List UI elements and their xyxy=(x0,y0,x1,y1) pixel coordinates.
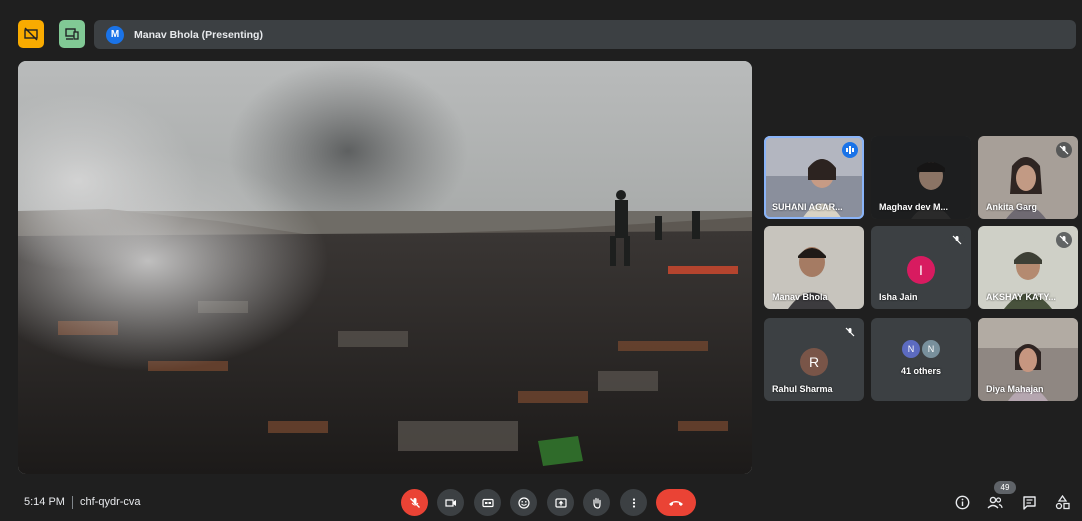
reactions-button[interactable] xyxy=(510,489,537,516)
participant-tile[interactable]: Diya Mahajan xyxy=(978,318,1078,401)
participant-tile[interactable]: Maghav dev M... xyxy=(871,136,971,219)
participant-tile[interactable]: SUHANI AGAR... xyxy=(764,136,864,219)
info-icon xyxy=(955,495,969,509)
present-now-button[interactable] xyxy=(547,489,574,516)
chat-icon xyxy=(1022,495,1036,510)
mic-off-icon xyxy=(1059,235,1069,245)
top-bar: M Manav Bhola (Presenting) xyxy=(18,20,1076,49)
presentation-stage[interactable] xyxy=(18,61,752,474)
others-count: 41 others xyxy=(900,366,942,376)
muted-indicator xyxy=(1056,142,1072,158)
screen-share-off-icon xyxy=(24,27,38,41)
participant-name: SUHANI AGAR... xyxy=(772,202,843,212)
shapes-icon xyxy=(1055,494,1070,509)
emoji-icon xyxy=(517,496,530,509)
participant-tile[interactable]: AKSHAY KATY... xyxy=(978,226,1078,309)
camera-icon xyxy=(444,498,456,507)
others-tile[interactable]: N N 41 others xyxy=(871,318,971,401)
presenter-banner: M Manav Bhola (Presenting) xyxy=(94,20,1076,49)
more-options-button[interactable] xyxy=(620,489,647,516)
mic-off-icon xyxy=(409,497,420,508)
participant-name: Maghav dev M... xyxy=(879,202,949,212)
others-avatars: N N xyxy=(871,340,971,358)
mic-off-icon xyxy=(1059,145,1069,155)
clock: 5:14 PM xyxy=(24,496,65,508)
participant-name: Isha Jain xyxy=(879,292,918,302)
captions-button[interactable] xyxy=(474,489,501,516)
participant-name: Rahul Sharma xyxy=(772,384,833,394)
more-vertical-icon xyxy=(632,497,635,508)
bottom-bar: 5:14 PM chf-qydr-cva xyxy=(0,484,1082,521)
participant-avatar: R xyxy=(800,348,828,376)
mini-avatar: N xyxy=(902,340,920,358)
hand-icon xyxy=(592,497,601,509)
meeting-details-button[interactable] xyxy=(951,491,973,513)
hang-up-icon xyxy=(669,500,683,506)
mic-off-icon xyxy=(952,235,962,245)
participant-name: AKSHAY KATY... xyxy=(986,292,1056,302)
participant-tile[interactable]: Ankita Garg xyxy=(978,136,1078,219)
people-icon xyxy=(987,496,1003,509)
participants-button[interactable] xyxy=(984,491,1006,513)
device-button[interactable] xyxy=(59,20,85,48)
participant-name: Diya Mahajan xyxy=(986,384,1044,394)
present-off-button[interactable] xyxy=(18,20,44,48)
present-screen-icon xyxy=(554,497,567,508)
presenter-avatar: M xyxy=(106,25,124,44)
muted-indicator xyxy=(1056,232,1072,248)
meeting-code: chf-qydr-cva xyxy=(80,496,141,508)
presenter-label: Manav Bhola (Presenting) xyxy=(134,28,263,41)
mic-toggle-button[interactable] xyxy=(401,489,428,516)
participant-tile[interactable]: Manav Bhola xyxy=(764,226,864,309)
presented-video-frame xyxy=(18,61,752,474)
speaking-indicator xyxy=(842,142,858,158)
participants-count-badge: 49 xyxy=(994,481,1016,494)
participant-tile[interactable]: I Isha Jain xyxy=(871,226,971,309)
participant-name: Ankita Garg xyxy=(986,202,1038,212)
participant-avatar: I xyxy=(907,256,935,284)
muted-indicator xyxy=(842,324,858,340)
divider xyxy=(72,496,73,509)
devices-icon xyxy=(65,28,79,40)
participant-tile[interactable]: R Rahul Sharma xyxy=(764,318,864,401)
muted-indicator xyxy=(949,232,965,248)
audio-bars-icon xyxy=(846,146,854,154)
leave-call-button[interactable] xyxy=(656,489,696,516)
mic-off-icon xyxy=(845,327,855,337)
captions-icon xyxy=(481,498,494,507)
camera-toggle-button[interactable] xyxy=(437,489,464,516)
raise-hand-button[interactable] xyxy=(583,489,610,516)
activities-button[interactable] xyxy=(1051,491,1073,513)
chat-button[interactable] xyxy=(1018,491,1040,513)
mini-avatar: N xyxy=(922,340,940,358)
participant-name: Manav Bhola xyxy=(772,292,828,302)
